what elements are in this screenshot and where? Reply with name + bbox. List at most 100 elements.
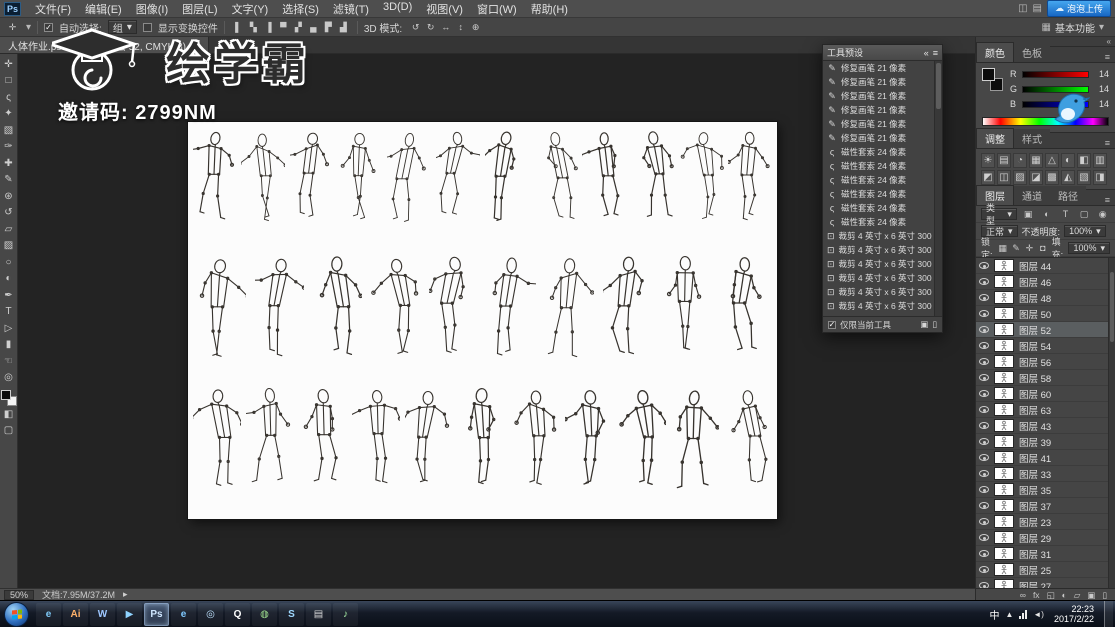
- color-balance-icon[interactable]: ◧: [1077, 153, 1091, 168]
- delete-preset-icon[interactable]: ▯: [932, 319, 937, 330]
- color-slider-r[interactable]: R14: [1010, 68, 1109, 80]
- layer-row[interactable]: 图层 56: [976, 354, 1115, 370]
- layer-visibility-icon[interactable]: [979, 358, 989, 365]
- tool-brush[interactable]: ✎: [0, 172, 18, 189]
- align-left-edges-icon[interactable]: ▌: [231, 20, 246, 34]
- photo-filter-icon[interactable]: ◩: [981, 170, 995, 185]
- tool-healing-brush[interactable]: ✚: [0, 155, 18, 172]
- bird-mascot-icon[interactable]: [1052, 92, 1090, 131]
- layer-thumbnail[interactable]: [994, 579, 1014, 588]
- document-canvas[interactable]: [188, 122, 777, 519]
- panel-menu-icon[interactable]: ≡: [1100, 52, 1115, 62]
- taskbar-item-input-keyboard[interactable]: ▤: [306, 603, 331, 626]
- tool-preset-item[interactable]: ✎修复画笔 21 像素: [823, 61, 934, 75]
- tool-preset-caret-icon[interactable]: ▾: [26, 22, 31, 33]
- tool-pen[interactable]: ✒: [0, 287, 18, 304]
- network-icon[interactable]: [1019, 610, 1027, 619]
- delete-layer-icon[interactable]: ▯: [1102, 590, 1107, 601]
- tool-magic-wand[interactable]: ✦: [0, 106, 18, 123]
- tool-eraser[interactable]: ▱: [0, 221, 18, 238]
- align-right-edges-icon[interactable]: ▐: [261, 20, 276, 34]
- slider-track[interactable]: [1022, 71, 1089, 78]
- volume-icon[interactable]: ◄): [1033, 610, 1044, 619]
- posterize-icon[interactable]: ▩: [1045, 170, 1059, 185]
- tool-shape[interactable]: ▮: [0, 337, 18, 354]
- tool-preset-item[interactable]: ⊡裁剪 4 英寸 x 6 英寸 300 ppi: [823, 229, 934, 243]
- scale-3d-icon[interactable]: ⊕: [468, 20, 483, 34]
- invert-icon[interactable]: ◪: [1029, 170, 1043, 185]
- align-horizontal-centers-icon[interactable]: ▚: [246, 20, 261, 34]
- layer-row[interactable]: 图层 31: [976, 546, 1115, 562]
- layer-visibility-icon[interactable]: [979, 326, 989, 333]
- layer-style-icon[interactable]: fx: [1033, 590, 1040, 600]
- menu-item-5[interactable]: 选择(S): [275, 1, 326, 17]
- filter-toggle-icon[interactable]: ◉: [1095, 207, 1110, 221]
- layer-visibility-icon[interactable]: [979, 534, 989, 541]
- layer-visibility-icon[interactable]: [979, 582, 989, 588]
- foreground-color-swatch[interactable]: [982, 68, 995, 81]
- extensions-icon[interactable]: ▤: [1033, 3, 1042, 14]
- new-preset-icon[interactable]: ▣: [920, 319, 928, 330]
- tool-crop[interactable]: ▧: [0, 122, 18, 139]
- layer-row[interactable]: 图层 52: [976, 322, 1115, 338]
- tool-preset-item[interactable]: ⊡裁剪 4 英寸 x 6 英寸 300 ppi: [823, 271, 934, 285]
- layer-visibility-icon[interactable]: [979, 566, 989, 573]
- tool-presets-header[interactable]: 工具预设 « ≡: [823, 45, 942, 61]
- language-indicator[interactable]: 中: [989, 607, 999, 622]
- taskbar-item-media-player[interactable]: ▶: [117, 603, 142, 626]
- layer-thumbnail[interactable]: [994, 547, 1014, 560]
- layer-row[interactable]: 图层 60: [976, 386, 1115, 402]
- channel-mixer-icon[interactable]: ◫: [997, 170, 1011, 185]
- tool-preset-item[interactable]: ✎修复画笔 21 像素: [823, 131, 934, 145]
- tool-clone-stamp[interactable]: ⊛: [0, 188, 18, 205]
- hue-saturation-icon[interactable]: ◐: [1061, 153, 1075, 168]
- layer-filter-dropdown[interactable]: 类型 ▾: [981, 208, 1017, 220]
- layer-thumbnail[interactable]: [994, 563, 1014, 576]
- auto-select-dropdown[interactable]: 组 ▾: [108, 20, 137, 34]
- layer-mask-icon[interactable]: ◱: [1047, 590, 1055, 601]
- tool-preset-item[interactable]: ✎修复画笔 21 像素: [823, 89, 934, 103]
- layer-thumbnail[interactable]: [994, 451, 1014, 464]
- collapse-panel-icon[interactable]: «: [924, 48, 929, 58]
- tool-preset-item[interactable]: ✎修复画笔 21 像素: [823, 117, 934, 131]
- taskbar-item-photoshop[interactable]: Ps: [144, 603, 169, 626]
- layer-thumbnail[interactable]: [994, 531, 1014, 544]
- layer-row[interactable]: 图层 48: [976, 290, 1115, 306]
- layer-visibility-icon[interactable]: [979, 518, 989, 525]
- layer-visibility-icon[interactable]: [979, 502, 989, 509]
- layer-thumbnail[interactable]: [994, 259, 1014, 272]
- tab-styles[interactable]: 样式: [1014, 129, 1050, 148]
- menu-item-1[interactable]: 编辑(E): [78, 1, 129, 17]
- document-tab[interactable]: 人体作业.psd @ 50%(图层 52, CMYK/8) ×: [0, 37, 209, 53]
- taskbar-item-safari[interactable]: ◎: [198, 603, 223, 626]
- filter-shape-icon[interactable]: ▢: [1077, 207, 1092, 221]
- layer-thumbnail[interactable]: [994, 387, 1014, 400]
- taskbar-item-qq[interactable]: Q: [225, 603, 250, 626]
- tab-channels[interactable]: 通道: [1014, 186, 1050, 205]
- workspace-switcher[interactable]: ▦ 基本功能 ▾: [1036, 20, 1110, 35]
- panel-menu-icon[interactable]: ≡: [933, 48, 938, 58]
- brightness-contrast-icon[interactable]: ☀: [981, 153, 995, 168]
- layer-visibility-icon[interactable]: [979, 294, 989, 301]
- layer-thumbnail[interactable]: [994, 355, 1014, 368]
- tab-adjustments[interactable]: 调整: [976, 128, 1014, 148]
- layer-thumbnail[interactable]: [994, 323, 1014, 336]
- link-layers-icon[interactable]: ∞: [1020, 590, 1026, 600]
- fill-dropdown[interactable]: 100% ▾: [1068, 242, 1110, 254]
- layer-thumbnail[interactable]: [994, 435, 1014, 448]
- tool-preset-item[interactable]: ς磁性套索 24 像素: [823, 159, 934, 173]
- tab-swatches[interactable]: 色板: [1014, 43, 1050, 62]
- lock-all-icon[interactable]: ◘: [1038, 241, 1047, 255]
- new-group-icon[interactable]: ▱: [1074, 590, 1081, 601]
- black-white-icon[interactable]: ▥: [1093, 153, 1107, 168]
- layer-row[interactable]: 图层 29: [976, 530, 1115, 546]
- zoom-level-field[interactable]: 50%: [4, 590, 34, 600]
- close-tab-icon[interactable]: ×: [194, 40, 200, 51]
- menu-item-2[interactable]: 图像(I): [129, 1, 175, 17]
- threshold-icon[interactable]: ◭: [1061, 170, 1075, 185]
- opacity-dropdown[interactable]: 100% ▾: [1064, 225, 1106, 237]
- curves-icon[interactable]: ◔: [1013, 153, 1027, 168]
- adjustment-layer-icon[interactable]: ◐: [1062, 590, 1067, 600]
- filter-adjustment-icon[interactable]: ◐: [1040, 207, 1055, 221]
- tool-preset-item[interactable]: ς磁性套索 24 像素: [823, 145, 934, 159]
